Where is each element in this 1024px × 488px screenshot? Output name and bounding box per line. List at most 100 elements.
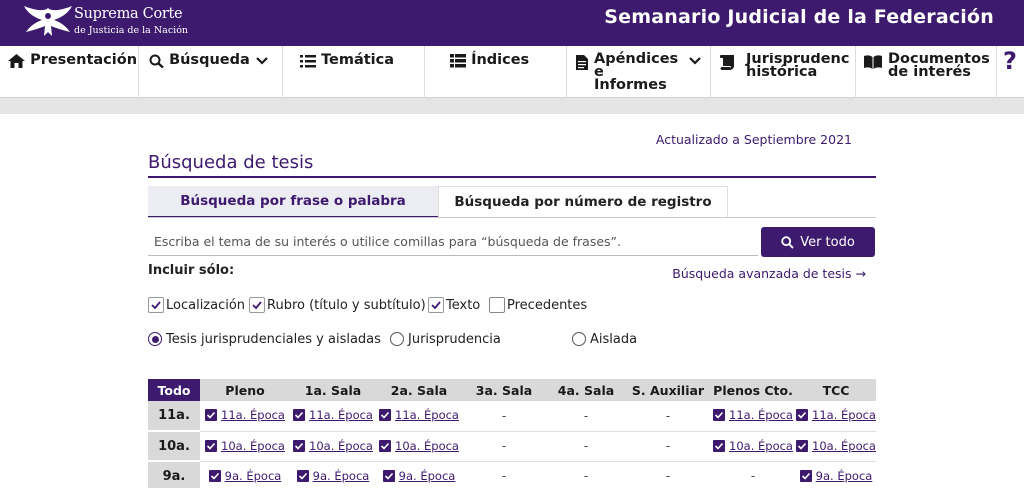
nav-juris-label2: histórica <box>746 64 818 80</box>
table-row: 10a. 10a. Época 10a. Época 10a. Época - - - 10a… <box>148 431 876 462</box>
checkbox-checked-icon[interactable] <box>148 297 164 313</box>
table-cell: 9a. Época <box>200 461 290 488</box>
nav-presentacion[interactable]: Presentación <box>8 52 138 68</box>
checkbox-checked-icon[interactable] <box>428 297 444 313</box>
nav-apendices-label1: Apéndices <box>594 51 679 67</box>
row-epoch-head[interactable]: 10a. <box>148 431 200 462</box>
checkbox-checked-icon[interactable] <box>379 409 392 422</box>
table-cell: 11a. Época <box>710 401 796 432</box>
table-cell: 11a. Época <box>796 401 876 432</box>
epoch-link[interactable]: 10a. Época <box>221 439 285 453</box>
radio-jurisprudencia[interactable]: Jurisprudencia <box>390 330 501 348</box>
table-cell: 10a. Época <box>710 431 796 462</box>
page-title: Búsqueda de tesis <box>148 152 314 173</box>
checkbox-checked-icon[interactable] <box>713 439 726 452</box>
radio-aislada[interactable]: Aislada <box>572 330 637 348</box>
table-cell: - <box>710 461 796 488</box>
checkbox-checked-icon[interactable] <box>293 409 306 422</box>
nav-indices[interactable]: Índices <box>450 52 530 68</box>
col-sala2: 2a. Sala <box>376 379 462 401</box>
table-cell: 11a. Época <box>290 401 376 432</box>
eagle-logo-icon[interactable] <box>18 2 78 42</box>
epoch-link[interactable]: 11a. Época <box>812 408 876 422</box>
epoch-link[interactable]: 10a. Época <box>309 439 373 453</box>
check-precedentes-label: Precedentes <box>507 297 588 313</box>
nav-tematica[interactable]: Temática <box>300 52 395 68</box>
arrow-right-icon: → <box>855 266 866 281</box>
checkbox-checked-icon[interactable] <box>379 439 392 452</box>
checkbox-checked-icon[interactable] <box>799 469 812 482</box>
epoch-link[interactable]: 10a. Época <box>812 439 876 453</box>
checkbox-checked-icon[interactable] <box>382 469 395 482</box>
checkbox-checked-icon[interactable] <box>293 439 306 452</box>
help-button[interactable]: ? <box>1003 48 1017 100</box>
advanced-search-link[interactable]: Búsqueda avanzada de tesis → <box>672 266 866 281</box>
checkbox-checked-icon[interactable] <box>713 409 726 422</box>
empty-cell-dash: - <box>583 408 589 423</box>
nav-indices-label: Índices <box>471 52 530 68</box>
tab-busqueda-frase[interactable]: Búsqueda por frase o palabra <box>148 186 438 218</box>
radio-jurisprudencia-label: Jurisprudencia <box>408 331 501 347</box>
nav-separator <box>424 46 425 98</box>
search-input[interactable] <box>148 228 758 256</box>
table-cell: - <box>626 401 710 432</box>
col-todo[interactable]: Todo <box>148 379 200 401</box>
epoch-link[interactable]: 9a. Época <box>399 469 456 483</box>
epoch-link[interactable]: 11a. Época <box>395 408 459 422</box>
table-cell: 9a. Época <box>796 461 876 488</box>
nav-busqueda[interactable]: Búsqueda <box>149 53 269 68</box>
empty-cell-dash: - <box>665 469 671 483</box>
col-sala3: 3a. Sala <box>462 379 546 401</box>
radio-unselected-icon[interactable] <box>572 332 586 346</box>
checkbox-checked-icon[interactable] <box>249 297 265 313</box>
table-cell: - <box>462 401 546 432</box>
check-localizacion[interactable]: Localización <box>148 296 245 314</box>
table-cell: 10a. Época <box>796 431 876 462</box>
epoch-link[interactable]: 10a. Época <box>729 439 793 453</box>
chevron-down-icon <box>256 57 268 65</box>
radio-unselected-icon[interactable] <box>390 332 404 346</box>
table-cell: - <box>462 431 546 462</box>
radio-ambas[interactable]: Tesis jurisprudenciales y aisladas <box>148 330 381 348</box>
table-row: 9a. 9a. Época 9a. Época 9a. Época - - - - 9a. Ép… <box>148 461 876 488</box>
empty-cell-dash: - <box>501 469 507 483</box>
epoch-link[interactable]: 11a. Época <box>221 408 285 422</box>
check-texto[interactable]: Texto <box>428 296 480 314</box>
epoch-link[interactable]: 9a. Época <box>313 469 370 483</box>
checkbox-unchecked-icon[interactable] <box>489 297 505 313</box>
row-epoch-head[interactable]: 11a. <box>148 401 200 432</box>
table-cell: 10a. Época <box>376 431 462 462</box>
ver-todo-button[interactable]: Ver todo <box>761 227 875 257</box>
col-plenos-cto: Plenos Cto. <box>710 379 796 401</box>
checkbox-checked-icon[interactable] <box>205 409 218 422</box>
search-icon <box>149 54 164 68</box>
radio-selected-icon[interactable] <box>148 332 162 346</box>
check-precedentes[interactable]: Precedentes <box>489 296 587 314</box>
table-cell: - <box>546 461 626 488</box>
document-icon <box>576 55 588 70</box>
table-cell: - <box>546 401 626 432</box>
include-label: Incluir sólo: <box>148 263 235 278</box>
checkbox-checked-icon[interactable] <box>796 439 809 452</box>
checkbox-checked-icon[interactable] <box>796 409 809 422</box>
nav-apendices-label3: Informes <box>594 77 667 93</box>
col-pleno: Pleno <box>200 379 290 401</box>
check-rubro[interactable]: Rubro (título y subtítulo) <box>249 296 426 314</box>
epoch-link[interactable]: 9a. Época <box>816 469 873 483</box>
empty-cell-dash: - <box>501 408 507 423</box>
epoch-link[interactable]: 11a. Época <box>729 408 793 422</box>
tab-busqueda-registro[interactable]: Búsqueda por número de registro <box>438 186 728 218</box>
checkbox-checked-icon[interactable] <box>205 439 218 452</box>
epoch-link[interactable]: 10a. Época <box>395 439 459 453</box>
ver-todo-label: Ver todo <box>800 234 855 250</box>
nav-presentacion-label: Presentación <box>30 52 138 68</box>
scroll-icon <box>720 55 734 70</box>
title-underline <box>148 176 876 178</box>
epoch-link[interactable]: 11a. Época <box>309 408 373 422</box>
epoch-link[interactable]: 9a. Época <box>225 469 282 483</box>
row-epoch-head[interactable]: 9a. <box>148 461 200 488</box>
checkbox-checked-icon[interactable] <box>208 469 221 482</box>
nav-tematica-label: Temática <box>321 52 395 68</box>
empty-cell-dash: - <box>665 439 671 453</box>
checkbox-checked-icon[interactable] <box>296 469 309 482</box>
